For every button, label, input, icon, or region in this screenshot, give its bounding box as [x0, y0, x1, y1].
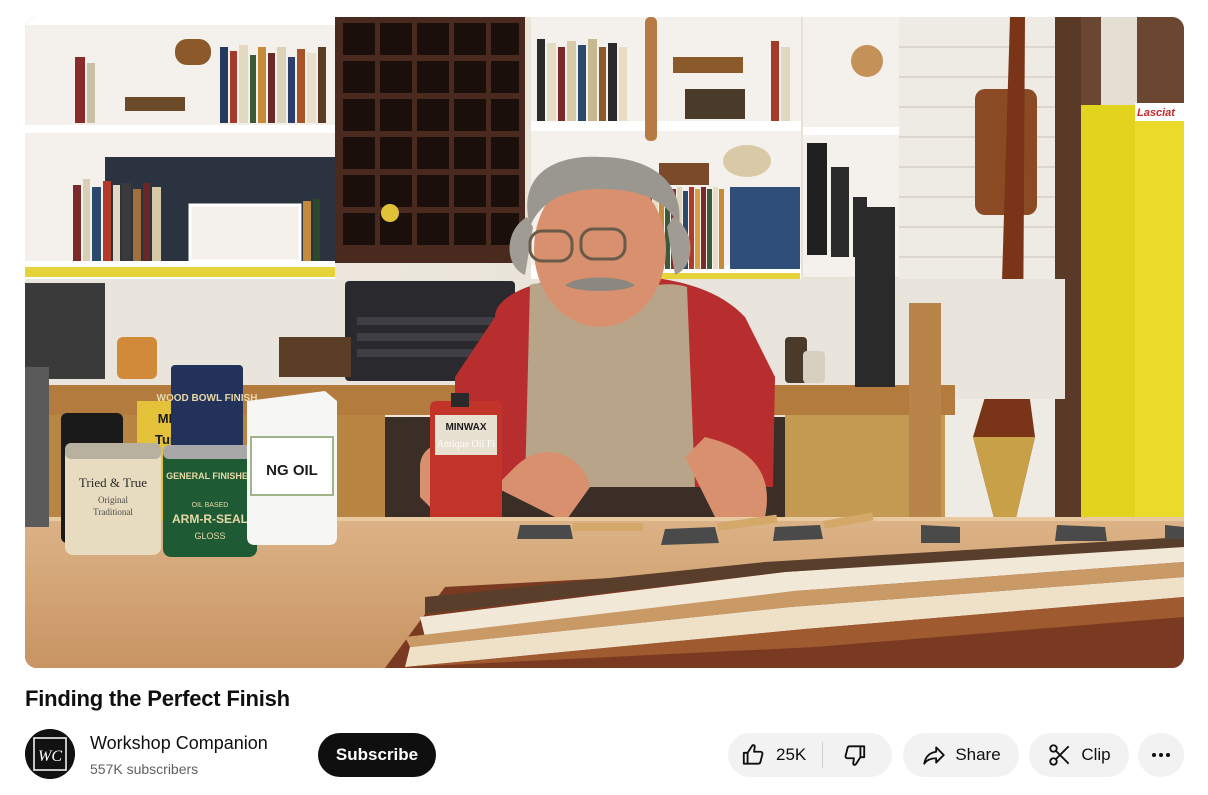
- yellow-cabinet-sign: Lasciat: [1137, 107, 1176, 119]
- like-button[interactable]: 25K: [728, 733, 822, 777]
- gloss-label: GLOSS: [194, 531, 225, 541]
- svg-text:MI: MI: [158, 411, 172, 426]
- arm-r-seal-label: ARM-R-SEAL: [172, 512, 248, 526]
- video-frame: Lasciat MINWAX Antique Oil Fi MI Tung WO…: [25, 17, 1184, 668]
- channel-name[interactable]: Workshop Companion: [90, 733, 268, 754]
- gf-top-label: GENERAL FINISHES: [166, 471, 254, 481]
- share-button[interactable]: Share: [903, 733, 1019, 777]
- like-dislike-group: 25K: [728, 733, 892, 777]
- subscribe-button[interactable]: Subscribe: [318, 733, 436, 777]
- owner-row: WC Workshop Companion 557K subscribers S…: [25, 729, 1184, 781]
- thumbs-up-icon: [740, 742, 766, 768]
- tried-true-sub2: Traditional: [93, 507, 133, 517]
- tried-true-label: Tried & True: [79, 475, 147, 490]
- avatar-initials: WC: [38, 748, 62, 765]
- jug-oil-label: NG OIL: [266, 462, 318, 479]
- more-actions-button[interactable]: [1138, 733, 1184, 777]
- tried-true-sub1: Original: [98, 495, 128, 505]
- clip-button[interactable]: Clip: [1029, 733, 1129, 777]
- dislike-button[interactable]: [823, 733, 887, 777]
- subscriber-count: 557K subscribers: [90, 761, 199, 777]
- scissors-icon: [1047, 742, 1073, 768]
- share-label: Share: [955, 745, 1001, 764]
- wood-bowl-label: WOOD BOWL FINISH: [157, 393, 258, 404]
- like-count: 25K: [776, 745, 807, 764]
- share-arrow-icon: [921, 742, 947, 768]
- minwax-label: MINWAX: [445, 422, 486, 433]
- gf-oil-based-label: OIL BASED: [192, 502, 229, 509]
- minwax-product-label: Antique Oil Fi: [437, 439, 496, 450]
- clip-label: Clip: [1081, 745, 1111, 764]
- video-player[interactable]: Lasciat MINWAX Antique Oil Fi MI Tung WO…: [25, 17, 1184, 668]
- more-horizontal-icon: [1149, 743, 1173, 767]
- video-title: Finding the Perfect Finish: [25, 686, 290, 711]
- channel-avatar[interactable]: WC: [25, 729, 75, 779]
- thumbs-down-icon: [842, 742, 868, 768]
